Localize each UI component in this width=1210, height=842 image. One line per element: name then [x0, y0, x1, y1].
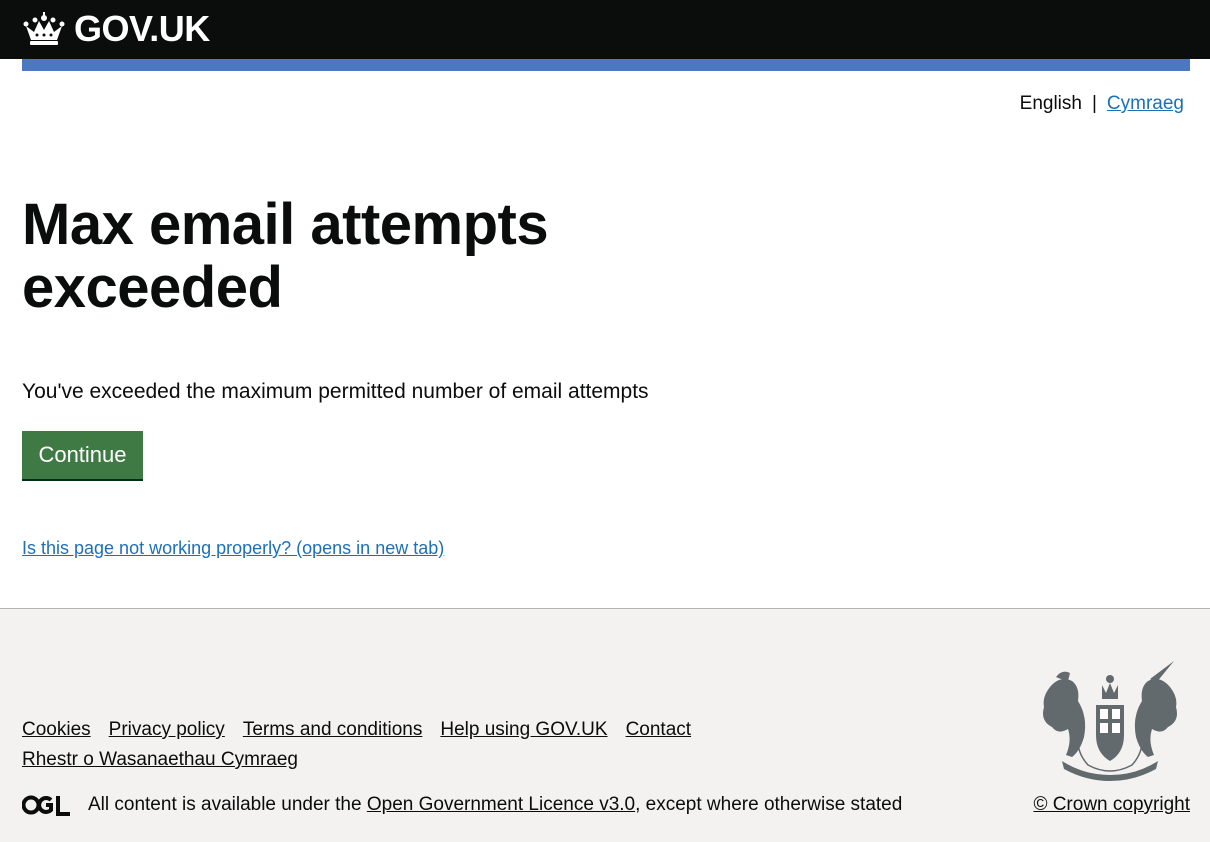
language-link-cymraeg[interactable]: Cymraeg [1107, 92, 1184, 116]
royal-coat-of-arms-icon [1043, 661, 1177, 781]
govuk-logo-link[interactable]: GOV.UK [22, 9, 210, 49]
licence-link[interactable]: Open Government Licence v3.0 [367, 794, 635, 816]
site-header: GOV.UK [0, 0, 1210, 59]
crown-icon [23, 12, 65, 45]
crown-copyright-link[interactable]: © Crown copyright [1033, 794, 1190, 816]
footer-link-cookies[interactable]: Cookies [22, 719, 91, 740]
logo-text: GOV.UK [74, 8, 210, 49]
continue-button[interactable]: Continue [22, 431, 143, 479]
language-separator: | [1091, 93, 1097, 114]
ogl-logo-icon [22, 795, 70, 816]
footer-link-help[interactable]: Help using GOV.UK [440, 719, 607, 740]
report-problem-link[interactable]: Is this page not working properly? (open… [22, 536, 444, 560]
site-footer: Cookies Privacy policy Terms and condition… [0, 608, 1210, 842]
licence-statement: All content is available under the Open … [22, 794, 902, 816]
footer-link-contact[interactable]: Contact [626, 719, 691, 740]
error-message: You've exceeded the maximum permitted nu… [22, 380, 649, 403]
footer-link-terms[interactable]: Terms and conditions [243, 719, 423, 740]
footer-links: Cookies Privacy policy Terms and condition… [22, 715, 782, 775]
licence-suffix: , except where otherwise stated [635, 794, 903, 815]
footer-link-privacy[interactable]: Privacy policy [109, 719, 225, 740]
page-title: Max email attempts exceeded [22, 192, 549, 320]
header-accent-bar [22, 59, 1190, 71]
footer-link-welsh-services[interactable]: Rhestr o Wasanaethau Cymraeg [22, 749, 298, 770]
licence-prefix: All content is available under the [88, 794, 362, 815]
language-current: English [1019, 93, 1082, 114]
language-toggle: English | Cymraeg [1020, 92, 1184, 116]
